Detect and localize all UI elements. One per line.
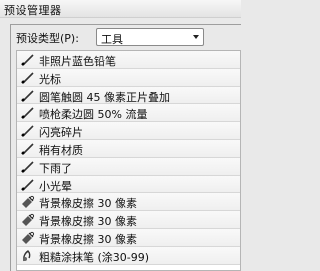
preset-item-label: 闪亮碎片 — [39, 126, 83, 140]
preset-item[interactable]: 圆笔触圆 45 像素正片叠加 — [17, 86, 240, 105]
brush-icon — [21, 107, 34, 120]
preset-type-select[interactable]: 工具 — [96, 28, 204, 46]
preset-item-label: 非照片蓝色铅笔 — [39, 55, 116, 68]
brush-icon — [21, 90, 34, 102]
preset-item[interactable]: 非照片蓝色铅笔 — [17, 51, 240, 69]
preset-type-value: 工具 — [101, 33, 123, 46]
preset-type-label: 预设类型(P): — [16, 32, 79, 45]
preset-item-label: 稍有材质 — [39, 143, 83, 157]
background-eraser-icon — [22, 196, 35, 209]
title-bar: 预设管理器 — [0, 0, 241, 18]
preset-item-label: 喷枪柔边圆 50% 流量 — [39, 108, 148, 122]
brush-icon — [21, 125, 34, 138]
background-eraser-icon — [22, 214, 35, 227]
preset-item[interactable]: 粗糙涂抹笔 (涂30-99) — [17, 246, 240, 265]
preset-item-label: 小光晕 — [39, 179, 72, 193]
preset-item[interactable]: 喷枪柔边圆 50% 流量 — [17, 104, 240, 123]
window-title: 预设管理器 — [4, 4, 62, 17]
preset-item-label: 圆笔触圆 45 像素正片叠加 — [39, 90, 170, 104]
brush-icon — [21, 161, 34, 173]
background-eraser-icon — [22, 231, 35, 244]
preset-item[interactable]: 下雨了 — [17, 157, 240, 176]
preset-item-label: 背景橡皮擦 30 像素 — [39, 232, 137, 246]
preset-item[interactable]: 背景橡皮擦 30 像素 — [17, 193, 240, 212]
brush-icon — [21, 54, 34, 66]
preset-item[interactable]: 背景橡皮擦 30 像素 — [17, 228, 240, 247]
preset-list[interactable]: 非照片蓝色铅笔 光标 圆笔触圆 45 像素正片叠加 喷枪柔边圆 50% 流量 闪… — [16, 50, 241, 271]
preset-item-label: 粗糙涂抹笔 (涂30-99) — [39, 250, 150, 264]
preset-item[interactable]: 小光晕 — [17, 175, 240, 194]
brush-icon — [21, 179, 34, 191]
brush-icon — [21, 72, 34, 84]
preset-item-label: 背景橡皮擦 30 像素 — [39, 215, 137, 229]
brush-icon — [21, 143, 34, 155]
preset-item-label: 下雨了 — [39, 161, 72, 175]
preset-item[interactable]: 背景橡皮擦 30 像素 — [17, 211, 240, 229]
preset-item-label: 背景橡皮擦 30 像素 — [39, 197, 137, 211]
preset-item-label: 光标 — [39, 72, 61, 86]
preset-item[interactable]: 闪亮碎片 — [17, 122, 240, 140]
chevron-down-icon[interactable] — [193, 35, 199, 39]
preset-item[interactable]: 稍有材质 — [17, 139, 240, 158]
preset-item[interactable]: 光标 — [17, 68, 240, 87]
smudge-icon — [23, 249, 31, 261]
